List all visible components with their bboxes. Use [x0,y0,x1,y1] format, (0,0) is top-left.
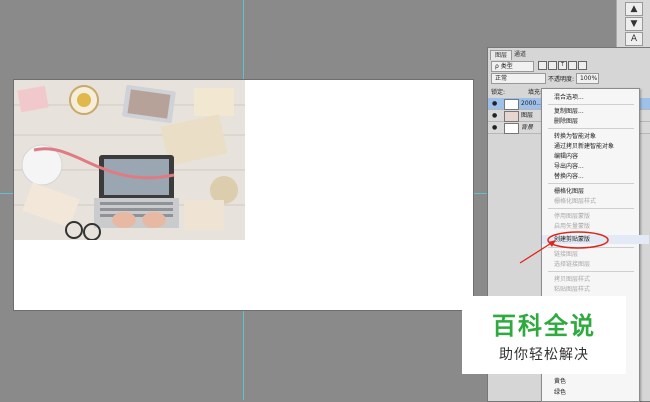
watermark-logo: 百科全说 助你轻松解决 [462,296,626,374]
menu-separator [548,271,634,272]
menu-item-blending-options[interactable]: 混合选项... [542,93,649,102]
menu-item-enable-vector-mask: 启用矢量蒙版 [554,223,591,230]
layer-name: 背景 [521,124,534,131]
collapse-arrow-icon[interactable]: ▲ [625,2,643,16]
menu-item-select-linked-layers: 选择链接图层 [554,261,591,268]
filter-kind-select[interactable]: ρ 类型 [491,61,534,72]
menu-item-convert-smart-object[interactable]: 转换为智能对象 [542,132,649,141]
menu-item-delete-layer[interactable]: 删除图层 [542,117,649,126]
document-canvas[interactable] [14,80,473,310]
menu-item-edit-contents[interactable]: 编辑内容 [542,152,649,161]
menu-item-replace-contents[interactable]: 替换内容... [542,172,649,181]
layer-thumbnail [504,111,519,122]
layer-thumbnail [504,123,519,134]
menu-item-create-clipping-mask[interactable]: 创建剪贴蒙版 [542,235,649,244]
visibility-eye-icon[interactable]: ● [492,112,497,119]
menu-item-new-smart-object-via-copy[interactable]: 通过拷贝新建智能对象 [542,142,649,151]
menu-item-link-layers: 链接图层 [554,251,579,258]
menu-item-disable-layer-mask: 停用图层蒙版 [554,213,591,220]
menu-separator [548,247,634,248]
visibility-eye-icon[interactable]: ● [492,100,497,107]
menu-separator [548,183,634,184]
expand-arrow-icon[interactable]: ▼ [625,17,643,31]
menu-item-color-green[interactable]: 绿色 [542,388,649,397]
blend-mode-select[interactable]: 正常 [491,73,546,84]
tool-strip: ▲ ▼ A [616,0,650,48]
menu-item-rasterize-layer[interactable]: 栅格化图层 [542,187,649,196]
menu-item-paste-layer-style: 粘贴图层样式 [554,286,591,293]
layer-name: 图层 [521,112,534,119]
visibility-eye-icon[interactable]: ● [492,124,497,131]
menu-separator [548,104,634,105]
opacity-input[interactable]: 100% [576,73,599,84]
type-filter-icon[interactable]: T [558,61,567,70]
watermark-subtitle: 助你轻松解决 [499,347,589,363]
opacity-label: 不透明度: [548,76,575,83]
desk-photo [14,80,245,240]
menu-item-rasterize-layer-style: 栅格化图层样式 [554,198,597,205]
menu-item-copy-layer-style: 拷贝图层样式 [554,276,591,283]
tab-layers[interactable]: 图层 [490,50,513,60]
menu-item-duplicate-layer[interactable]: 复制图层... [542,107,649,116]
lock-label: 锁定: [491,89,506,96]
image-filter-icon[interactable] [538,61,547,70]
layer-thumbnail [504,99,519,110]
adjustment-filter-icon[interactable] [548,61,557,70]
menu-item-color-yellow[interactable]: 黄色 [542,377,649,386]
tab-channels[interactable]: 通道 [510,50,530,59]
shape-filter-icon[interactable] [568,61,577,70]
fill-label: 填充: [528,89,543,96]
menu-separator [548,128,634,129]
smart-object-filter-icon[interactable] [578,61,587,70]
watermark-title: 百科全说 [492,312,596,340]
character-panel-icon[interactable]: A [625,32,643,46]
menu-separator [548,208,634,209]
layer-name: 2000... [521,100,542,107]
menu-item-export-contents[interactable]: 导出内容... [542,162,649,171]
photo-layer-image[interactable] [14,80,245,240]
